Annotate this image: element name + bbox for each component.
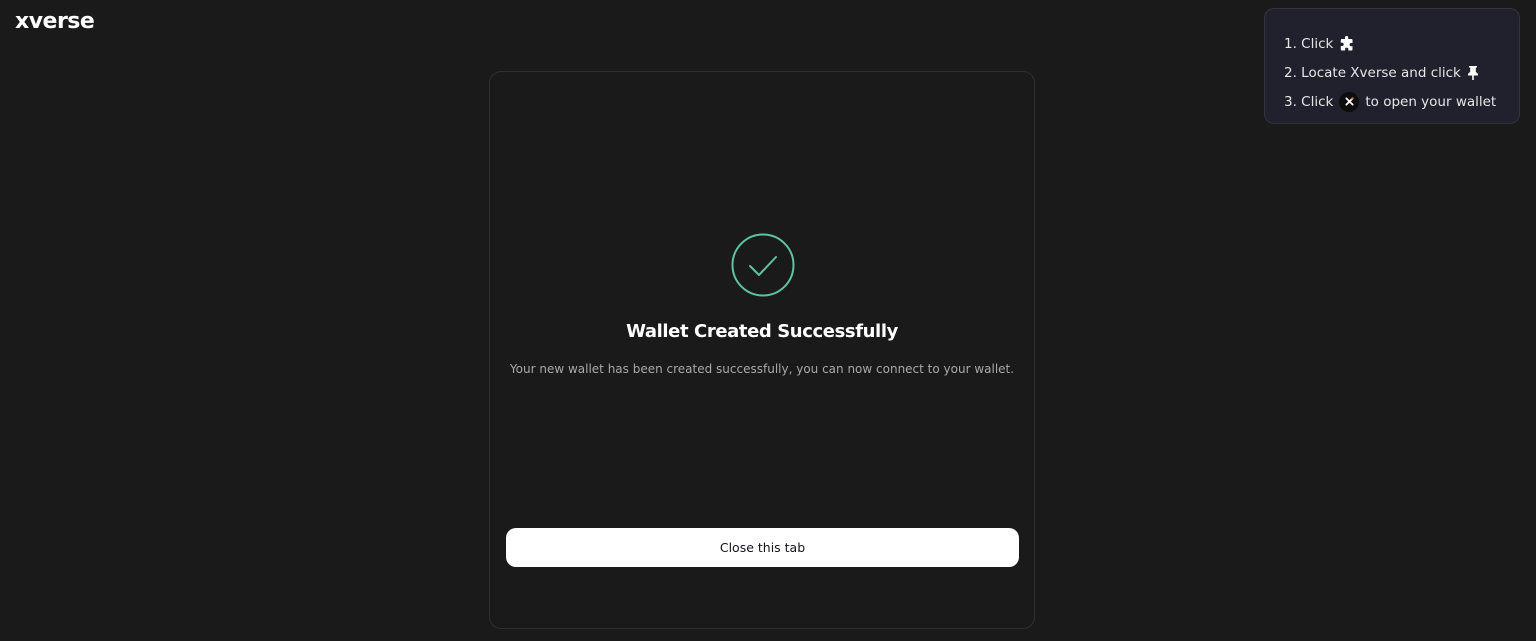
success-title: Wallet Created Successfully xyxy=(626,321,898,342)
hint-step-2-text: 2. Locate Xverse and click xyxy=(1284,64,1461,81)
hint-step-3-text-after: to open your wallet xyxy=(1365,93,1497,110)
pin-icon xyxy=(1467,65,1479,81)
hint-step-3: 3. Click to open your wallet xyxy=(1284,87,1519,116)
hint-step-2: 2. Locate Xverse and click xyxy=(1284,58,1519,87)
success-description: Your new wallet has been created success… xyxy=(509,362,1015,376)
pin-extension-hint: 1. Click 2. Locate Xverse and click 3. C… xyxy=(1264,8,1520,124)
close-tab-button[interactable]: Close this tab xyxy=(506,528,1019,567)
xverse-logo: xverse xyxy=(15,9,95,34)
puzzle-piece-icon xyxy=(1339,35,1355,52)
hint-step-1-text: 1. Click xyxy=(1284,35,1334,52)
wallet-created-page: xverse 1. Click 2. Locate Xverse and cli… xyxy=(0,0,1536,641)
check-circle-icon xyxy=(731,233,795,297)
success-card: Wallet Created Successfully Your new wal… xyxy=(489,71,1035,629)
xverse-x-icon xyxy=(1339,91,1360,112)
hint-step-1: 1. Click xyxy=(1284,29,1519,58)
hint-step-3-text-before: 3. Click xyxy=(1284,93,1334,110)
